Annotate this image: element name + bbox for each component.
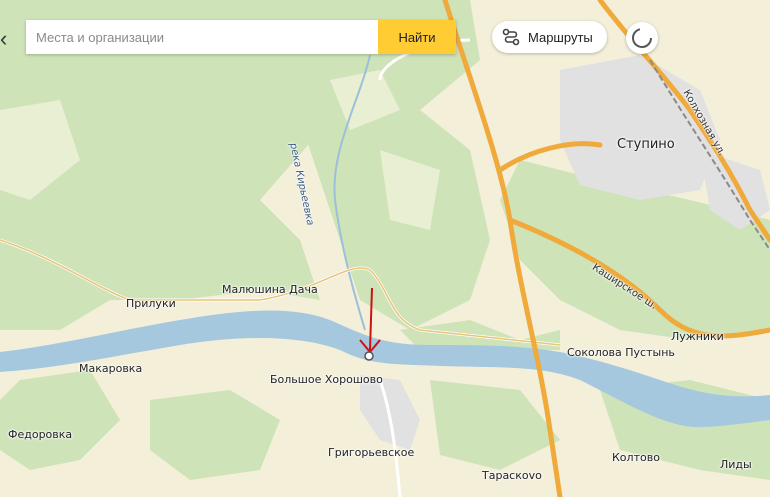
place-label-stupino: Ступино: [617, 137, 675, 152]
place-label-fedorovka: Федоровка: [8, 428, 73, 441]
map-canvas[interactable]: [0, 0, 770, 497]
place-label-grigorievskoe: Григорьевское: [328, 446, 415, 459]
place-label-priluki: Прилуки: [126, 297, 176, 310]
search-bar: Найти: [26, 20, 456, 54]
routes-icon: [502, 28, 520, 46]
place-label-sokolova-pustyn: Соколова Пустынь: [567, 346, 675, 359]
place-label-malyushina: Малюшина Дача: [222, 283, 318, 296]
profile-button[interactable]: [626, 22, 658, 54]
routes-button[interactable]: Маршруты: [492, 21, 607, 53]
place-label-luzhniki: Лужники: [671, 330, 724, 343]
routes-label: Маршруты: [528, 29, 593, 45]
search-input[interactable]: [26, 20, 378, 54]
place-label-lidy: Лиды: [720, 458, 752, 471]
find-button[interactable]: Найти: [378, 20, 456, 54]
place-label-makarovka: Макаровка: [79, 362, 143, 375]
avatar-icon: [632, 28, 652, 48]
place-label-bolshoe-khoroshovo: Большое Хорошово: [270, 373, 383, 386]
place-label-koltovo: Колтово: [612, 451, 660, 464]
place-label-taraskovo: Тараскovo: [482, 469, 542, 482]
left-edge-icon[interactable]: ‹: [0, 26, 7, 52]
